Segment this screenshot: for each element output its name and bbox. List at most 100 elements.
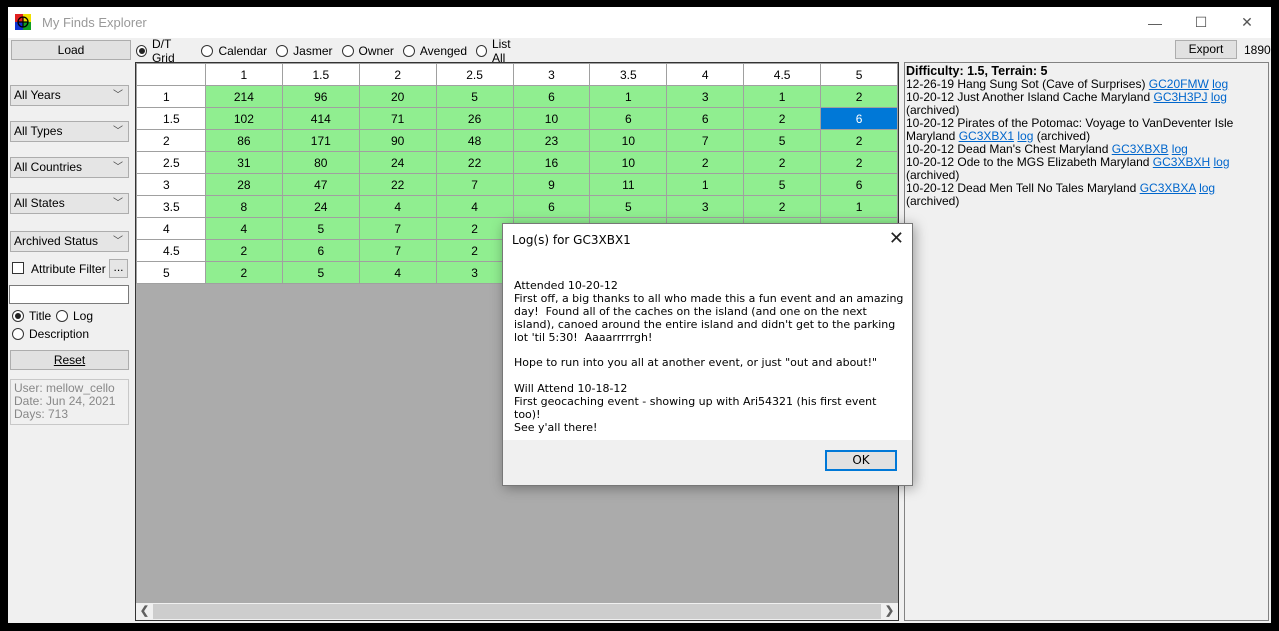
grid-cell[interactable]: 5 xyxy=(435,85,514,108)
cache-code-link[interactable]: GC3XBXA xyxy=(1140,181,1196,195)
grid-cell[interactable]: 1 xyxy=(589,85,668,108)
grid-cell[interactable]: 2 xyxy=(743,107,822,130)
grid-cell[interactable]: 6 xyxy=(512,85,591,108)
difficulty-row-header[interactable]: 1.5 xyxy=(136,107,206,130)
grid-cell[interactable]: 8 xyxy=(204,195,283,218)
difficulty-row-header[interactable]: 2 xyxy=(136,129,206,152)
view-radio-d-t-grid[interactable]: D/T Grid xyxy=(136,37,192,65)
terrain-column-header[interactable]: 1.5 xyxy=(281,63,360,86)
terrain-column-header[interactable]: 5 xyxy=(820,63,898,86)
grid-cell[interactable]: 71 xyxy=(358,107,437,130)
terrain-column-header[interactable]: 1 xyxy=(204,63,283,86)
close-button[interactable]: ✕ xyxy=(1224,7,1270,38)
radio-indicator[interactable] xyxy=(402,45,415,57)
grid-cell[interactable]: 7 xyxy=(358,217,437,240)
difficulty-row-header[interactable]: 1 xyxy=(136,85,206,108)
dialog-close-icon[interactable]: ✕ xyxy=(889,228,904,249)
grid-cell[interactable]: 1 xyxy=(820,195,898,218)
terrain-column-header[interactable]: 4 xyxy=(666,63,745,86)
scroll-right-icon[interactable]: ❯ xyxy=(881,603,898,620)
grid-cell[interactable]: 7 xyxy=(435,173,514,196)
terrain-column-header[interactable]: 3 xyxy=(512,63,591,86)
grid-cell[interactable]: 86 xyxy=(204,129,283,152)
difficulty-row-header[interactable]: 3.5 xyxy=(136,195,206,218)
reset-button[interactable]: Reset xyxy=(10,350,129,370)
search-mode-log[interactable]: Log xyxy=(56,309,93,323)
export-button[interactable]: Export xyxy=(1175,40,1237,59)
view-radio-owner[interactable]: Owner xyxy=(341,44,394,58)
filter-dropdown-all-types[interactable]: All Types ﹀ xyxy=(10,121,129,142)
grid-cell[interactable]: 96 xyxy=(281,85,360,108)
grid-cell[interactable]: 5 xyxy=(281,261,360,284)
grid-cell[interactable]: 6 xyxy=(820,173,898,196)
grid-cell[interactable]: 3 xyxy=(666,85,745,108)
grid-cell[interactable]: 2 xyxy=(743,151,822,174)
grid-cell[interactable]: 2 xyxy=(820,151,898,174)
cache-code-link[interactable]: GC20FMW xyxy=(1149,77,1209,91)
radio-indicator[interactable] xyxy=(56,310,68,322)
search-mode-title[interactable]: Title xyxy=(12,309,51,323)
grid-cell[interactable]: 2 xyxy=(204,261,283,284)
grid-cell[interactable]: 9 xyxy=(512,173,591,196)
ok-button[interactable]: OK xyxy=(825,450,897,471)
grid-cell[interactable]: 2 xyxy=(743,195,822,218)
scroll-track[interactable] xyxy=(153,604,881,619)
maximize-button[interactable]: ☐ xyxy=(1178,7,1224,38)
grid-cell[interactable]: 5 xyxy=(743,173,822,196)
grid-cell[interactable]: 26 xyxy=(435,107,514,130)
grid-cell[interactable]: 11 xyxy=(589,173,668,196)
radio-indicator[interactable] xyxy=(341,45,354,57)
grid-cell[interactable]: 2 xyxy=(820,85,898,108)
cache-code-link[interactable]: GC3XBXB xyxy=(1112,142,1169,156)
cache-code-link[interactable]: GC3XBXH xyxy=(1153,155,1210,169)
view-radio-jasmer[interactable]: Jasmer xyxy=(276,44,333,58)
radio-indicator[interactable] xyxy=(476,45,487,57)
difficulty-row-header[interactable]: 4.5 xyxy=(136,239,206,262)
grid-cell[interactable]: 48 xyxy=(435,129,514,152)
load-button[interactable]: Load xyxy=(11,40,131,60)
terrain-column-header[interactable]: 3.5 xyxy=(589,63,668,86)
radio-indicator[interactable] xyxy=(12,328,24,340)
difficulty-row-header[interactable]: 5 xyxy=(136,261,206,284)
log-link[interactable]: log xyxy=(1214,155,1230,169)
grid-cell[interactable]: 4 xyxy=(435,195,514,218)
difficulty-row-header[interactable]: 4 xyxy=(136,217,206,240)
grid-cell[interactable]: 90 xyxy=(358,129,437,152)
grid-cell[interactable]: 10 xyxy=(512,107,591,130)
terrain-column-header[interactable]: 2.5 xyxy=(435,63,514,86)
grid-cell[interactable]: 23 xyxy=(512,129,591,152)
grid-cell[interactable]: 6 xyxy=(512,195,591,218)
filter-dropdown-all-states[interactable]: All States ﹀ xyxy=(10,193,129,214)
search-mode-description[interactable]: Description xyxy=(12,327,89,341)
grid-cell[interactable]: 28 xyxy=(204,173,283,196)
grid-cell[interactable]: 214 xyxy=(204,85,283,108)
log-link[interactable]: log xyxy=(1212,77,1228,91)
grid-cell[interactable]: 1 xyxy=(666,173,745,196)
grid-cell[interactable]: 10 xyxy=(589,129,668,152)
grid-cell[interactable]: 10 xyxy=(589,151,668,174)
grid-cell[interactable]: 102 xyxy=(204,107,283,130)
grid-cell[interactable]: 5 xyxy=(281,217,360,240)
cache-code-link[interactable]: GC3XBX1 xyxy=(959,129,1014,143)
scroll-left-icon[interactable]: ❮ xyxy=(136,603,153,620)
grid-cell[interactable]: 31 xyxy=(204,151,283,174)
difficulty-row-header[interactable]: 2.5 xyxy=(136,151,206,174)
log-link[interactable]: log xyxy=(1017,129,1033,143)
grid-cell[interactable]: 5 xyxy=(589,195,668,218)
grid-cell[interactable]: 20 xyxy=(358,85,437,108)
grid-cell[interactable]: 47 xyxy=(281,173,360,196)
grid-cell[interactable]: 6 xyxy=(281,239,360,262)
horizontal-scrollbar[interactable]: ❮ ❯ xyxy=(136,603,898,620)
grid-cell[interactable]: 414 xyxy=(281,107,360,130)
view-radio-calendar[interactable]: Calendar xyxy=(201,44,267,58)
grid-cell[interactable]: 7 xyxy=(358,239,437,262)
radio-indicator[interactable] xyxy=(276,45,289,57)
log-link[interactable]: log xyxy=(1199,181,1215,195)
grid-cell[interactable]: 4 xyxy=(358,195,437,218)
terrain-column-header[interactable]: 2 xyxy=(358,63,437,86)
grid-cell[interactable]: 1 xyxy=(743,85,822,108)
grid-cell[interactable]: 6 xyxy=(666,107,745,130)
grid-cell[interactable]: 2 xyxy=(820,129,898,152)
radio-indicator[interactable] xyxy=(136,45,147,57)
grid-cell[interactable]: 24 xyxy=(281,195,360,218)
